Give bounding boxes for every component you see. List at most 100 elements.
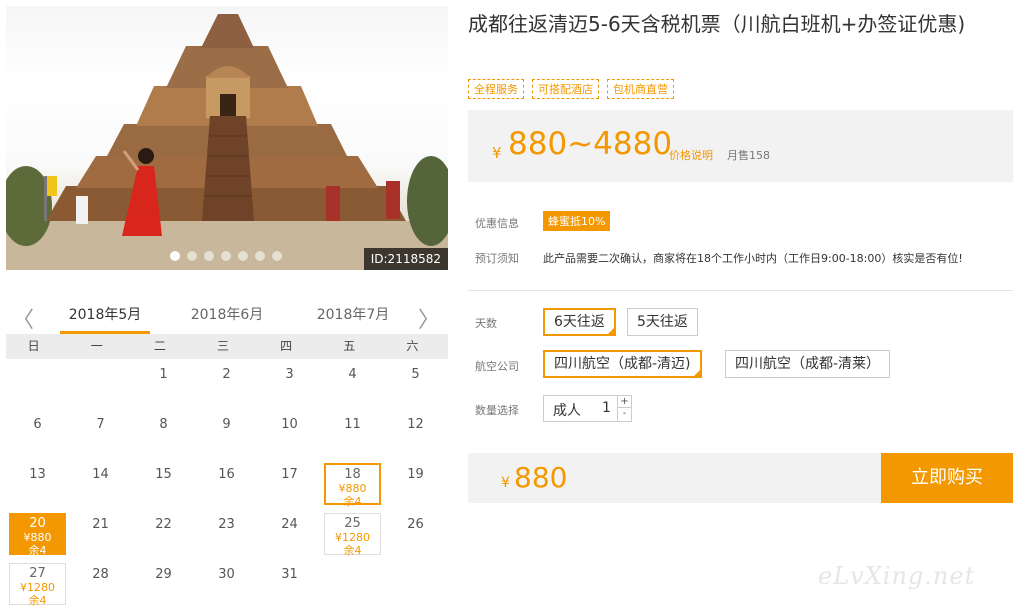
calendar-day[interactable]: 13: [6, 459, 69, 509]
calendar-day-number: 29: [155, 567, 172, 582]
option-6-days[interactable]: 6天往返: [543, 308, 616, 336]
site-watermark: eLvXing.net: [818, 562, 976, 590]
temple-photo-illustration: [6, 14, 448, 270]
calendar-day-remaining: 余4: [343, 495, 362, 508]
quantity-value[interactable]: 1: [602, 400, 611, 416]
weekday-sun: 日: [27, 339, 40, 353]
quantity-increase-button[interactable]: +: [618, 396, 631, 408]
carousel-dot[interactable]: [238, 251, 248, 261]
calendar-day-number: 2: [222, 367, 231, 382]
calendar-day[interactable]: 11: [321, 409, 384, 459]
booking-notice: 此产品需要二次确认，商家将在18个工作小时内（工作日9:00-18:00）核实是…: [543, 252, 963, 265]
product-photo[interactable]: ID:2118582: [6, 6, 448, 270]
calendar-day[interactable]: 7: [69, 409, 132, 459]
calendar-day[interactable]: 18 ¥880 余4: [324, 463, 381, 508]
calendar-day: [69, 359, 132, 409]
calendar-day[interactable]: 20 ¥880 余4: [9, 513, 66, 557]
carousel-dot[interactable]: [187, 251, 197, 261]
calendar-day-number: 6: [33, 417, 42, 432]
calendar-day-number: 25: [344, 516, 361, 531]
calendar-day[interactable]: 8: [132, 409, 195, 459]
carousel-dot[interactable]: [221, 251, 231, 261]
weekday-wed: 三: [216, 339, 229, 353]
calendar-day[interactable]: 4: [321, 359, 384, 409]
calendar-day-number: 11: [344, 417, 361, 432]
calendar-day[interactable]: 3: [258, 359, 321, 409]
option-airline-chiangrai[interactable]: 四川航空（成都-清莱）: [725, 350, 891, 378]
calendar-day-price: ¥1280: [20, 581, 55, 594]
calendar-day-number: 30: [218, 567, 235, 582]
tag-full-service: 全程服务: [468, 79, 524, 99]
carousel-dot[interactable]: [204, 251, 214, 261]
carousel-dot[interactable]: [272, 251, 282, 261]
calendar-day[interactable]: 15: [132, 459, 195, 509]
calendar-day[interactable]: 17: [258, 459, 321, 509]
calendar-day: [321, 559, 384, 609]
calendar-day[interactable]: 6: [6, 409, 69, 459]
calendar-day-remaining: 余4: [28, 594, 47, 607]
purchase-bar: ¥ 880 立即购买: [468, 453, 1013, 503]
calendar-day[interactable]: 16: [195, 459, 258, 509]
quantity-label: 数量选择: [475, 404, 519, 417]
calendar-day[interactable]: 22: [132, 509, 195, 559]
calendar-day[interactable]: 2: [195, 359, 258, 409]
calendar-day[interactable]: 19: [384, 459, 447, 509]
calendar-day[interactable]: 26: [384, 509, 447, 559]
calendar-day[interactable]: 21: [69, 509, 132, 559]
calendar-day[interactable]: 1: [132, 359, 195, 409]
calendar-day-number: 4: [348, 367, 357, 382]
calendar-day-number: 20: [29, 516, 46, 531]
calendar-day[interactable]: 29: [132, 559, 195, 609]
option-airline-chiangmai[interactable]: 四川航空（成都-清迈): [543, 350, 702, 378]
section-divider: [468, 290, 1013, 291]
promo-label: 优惠信息: [475, 217, 519, 230]
calendar-day[interactable]: 9: [195, 409, 258, 459]
calendar-day[interactable]: 12: [384, 409, 447, 459]
calendar-month-nav: 〈 2018年5月 2018年6月 2018年7月 〉: [6, 296, 448, 334]
month-tab-may[interactable]: 2018年5月: [60, 304, 150, 334]
calendar-day-number: 24: [281, 517, 298, 532]
calendar-day-number: 12: [407, 417, 424, 432]
price-explanation-link[interactable]: 价格说明: [669, 147, 713, 163]
calendar-day[interactable]: 23: [195, 509, 258, 559]
calendar-day[interactable]: 30: [195, 559, 258, 609]
calendar-day-number: 15: [155, 467, 172, 482]
calendar-day-remaining: 余4: [28, 544, 47, 557]
calendar-grid: 1 2 3 4 5 6 7 8 9 10 11 12 13 14 15 16 17 18 ¥880 余4 19 20 ¥88…: [6, 359, 448, 609]
month-tab-june[interactable]: 2018年6月: [182, 304, 272, 324]
calendar-day[interactable]: 31: [258, 559, 321, 609]
calendar-day[interactable]: 10: [258, 409, 321, 459]
product-title: 成都往返清迈5-6天含税机票（川航白班机+办签证优惠): [468, 12, 966, 36]
carousel-dots: [170, 251, 282, 261]
calendar-day-price: ¥1280: [335, 531, 370, 544]
buy-now-button[interactable]: 立即购买: [881, 453, 1013, 503]
notice-label: 预订须知: [475, 252, 519, 265]
carousel-dot[interactable]: [255, 251, 265, 261]
prev-month-icon[interactable]: 〈: [12, 302, 34, 334]
carousel-dot[interactable]: [170, 251, 180, 261]
calendar-day-number: 18: [344, 467, 361, 482]
calendar-day[interactable]: 24: [258, 509, 321, 559]
calendar-day-price: ¥880: [23, 531, 52, 544]
quantity-stepper: 成人 1 + -: [543, 395, 632, 422]
calendar-day-price: ¥880: [338, 482, 367, 495]
calendar-day-number: 13: [29, 467, 46, 482]
calendar-day-number: 9: [222, 417, 231, 432]
next-month-icon[interactable]: 〉: [418, 302, 440, 334]
month-tab-july[interactable]: 2018年7月: [308, 304, 398, 324]
calendar-day[interactable]: 14: [69, 459, 132, 509]
calendar-day-number: 31: [281, 567, 298, 582]
service-tags: 全程服务 可搭配酒店 包机商直营: [468, 79, 674, 99]
calendar-day[interactable]: 5: [384, 359, 447, 409]
calendar-day[interactable]: 28: [69, 559, 132, 609]
calendar-day-number: 22: [155, 517, 172, 532]
calendar-day[interactable]: 25 ¥1280 余4: [324, 513, 381, 557]
product-id-badge: ID:2118582: [363, 248, 448, 270]
price-panel: ¥ 880~4880 价格说明 月售158: [468, 110, 1013, 182]
days-label: 天数: [475, 317, 497, 330]
calendar-day[interactable]: 27 ¥1280 余4: [9, 563, 66, 607]
option-5-days[interactable]: 5天往返: [627, 308, 698, 336]
quantity-decrease-button[interactable]: -: [618, 408, 631, 420]
calendar-day-number: 19: [407, 467, 424, 482]
calendar-day-number: 10: [281, 417, 298, 432]
